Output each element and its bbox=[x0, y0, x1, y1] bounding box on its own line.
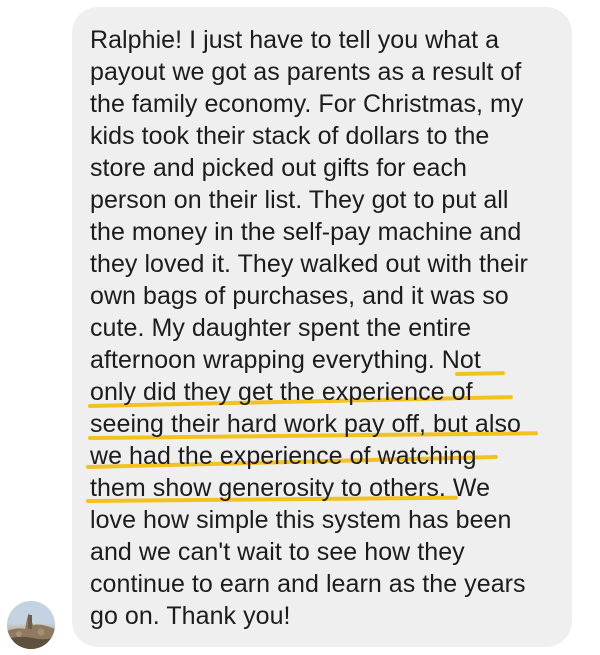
message-line: we had the experience of watching bbox=[90, 442, 477, 470]
message-line: them show generosity to others. We bbox=[90, 474, 491, 502]
message-line: and we can't wait to see how they bbox=[90, 538, 465, 566]
message-line: payout we got as parents as a result of bbox=[90, 58, 522, 86]
message-line: only did they get the experience of bbox=[90, 378, 473, 406]
message-line: person on their list. They got to put al… bbox=[90, 186, 509, 214]
message-line: kids took their stack of dollars to the bbox=[90, 122, 490, 150]
conversation-view: Ralphie! I just have to tell you what a … bbox=[0, 0, 600, 655]
profile-photo-icon bbox=[7, 601, 55, 649]
message-line: go on. Thank you! bbox=[90, 602, 291, 630]
message-line: Ralphie! I just have to tell you what a bbox=[90, 26, 500, 54]
message-line: love how simple this system has been bbox=[90, 506, 512, 534]
message-line: the family economy. For Christmas, my bbox=[90, 90, 524, 118]
message-line: own bags of purchases, and it was so bbox=[90, 282, 509, 310]
message-line: seeing their hard work pay off, but also bbox=[90, 410, 521, 438]
message-line: cute. My daughter spent the entire bbox=[90, 314, 472, 342]
message-line: they loved it. They walked out with thei… bbox=[90, 250, 528, 278]
message-line: store and picked out gifts for each bbox=[90, 154, 467, 182]
message-line: afternoon wrapping everything. Not bbox=[90, 346, 481, 374]
message-line: the money in the self-pay machine and bbox=[90, 218, 522, 246]
message-line: continue to earn and learn as the years bbox=[90, 570, 526, 598]
avatar[interactable] bbox=[7, 601, 55, 649]
